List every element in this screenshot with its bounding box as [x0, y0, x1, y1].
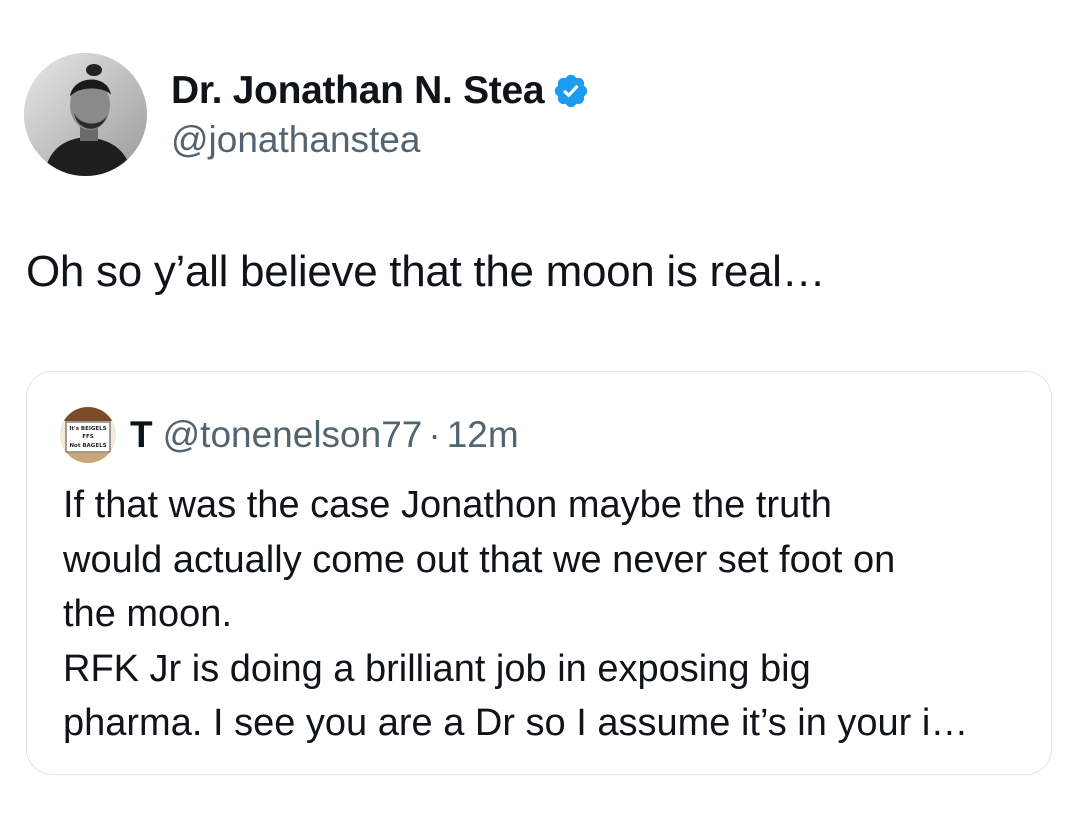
quoted-tweet-header: It's BEIGELS FFS Not BAGELS T @tonenelso…: [60, 404, 519, 466]
quoted-text-line: RFK Jr is doing a brilliant job in expos…: [63, 647, 811, 690]
quoted-text-line: the moon.: [63, 593, 232, 635]
quoted-author-avatar-image: It's BEIGELS FFS Not BAGELS: [60, 407, 116, 463]
quoted-tweet-card[interactable]: It's BEIGELS FFS Not BAGELS T @tonenelso…: [26, 371, 1052, 775]
quoted-author-handle[interactable]: @tonenelson77: [163, 414, 423, 456]
author-name-row: Dr. Jonathan N. Stea: [171, 66, 590, 116]
verified-badge-icon: [552, 72, 590, 110]
quoted-text-line: would actually come out that we never se…: [63, 538, 896, 581]
quoted-text-line: pharma. I see you are a Dr so I assume i…: [63, 702, 969, 744]
author-display-name[interactable]: Dr. Jonathan N. Stea: [171, 69, 545, 113]
quoted-avatar-text-3: Not BAGELS: [69, 443, 106, 449]
author-handle[interactable]: @jonathanstea: [171, 119, 420, 161]
quoted-text-line: If that was the case Jonathon maybe the …: [63, 484, 832, 526]
quoted-author-avatar[interactable]: It's BEIGELS FFS Not BAGELS: [60, 407, 116, 463]
author-avatar-image: [24, 53, 147, 176]
author-avatar[interactable]: [24, 53, 147, 176]
quoted-avatar-text-2: FFS: [82, 434, 94, 440]
quoted-timestamp[interactable]: 12m: [447, 414, 519, 456]
tweet-text: Oh so y’all believe that the moon is rea…: [26, 247, 826, 296]
quoted-avatar-text-1: It's BEIGELS: [69, 426, 106, 432]
quoted-author-name[interactable]: T: [130, 414, 153, 456]
quoted-separator: ·: [428, 414, 441, 455]
quoted-tweet-text: If that was the case Jonathon maybe the …: [63, 478, 1023, 751]
